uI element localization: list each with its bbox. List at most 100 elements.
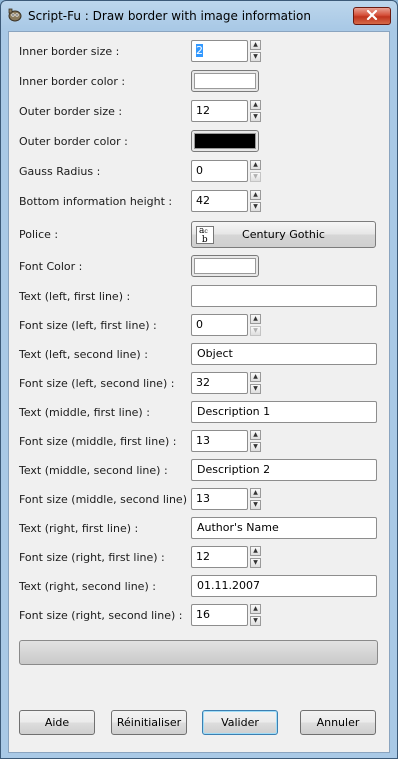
arrow-up-icon[interactable]: ▲ [250,160,261,170]
close-icon [366,9,378,23]
spin-button: 2 ▲ ▼ [191,40,261,62]
window-title: Script-Fu : Draw border with image infor… [28,9,311,23]
spin-arrows: ▲ ▼ [250,546,261,568]
arrow-up-icon[interactable]: ▲ [250,190,261,200]
param-row: Text (middle, second line) : Description … [19,458,377,482]
spin-value: 32 [196,376,210,389]
spin-value: 42 [196,194,210,207]
param-row: Outer border size :12 ▲ ▼ [19,99,261,123]
arrow-up-icon[interactable]: ▲ [250,314,261,324]
spin-input[interactable]: 13 [191,430,248,452]
arrow-down-icon[interactable]: ▼ [250,326,261,336]
spin-button: 13 ▲ ▼ [191,430,261,452]
arrow-down-icon[interactable]: ▼ [250,52,261,62]
ok-button[interactable]: Valider [202,710,278,735]
spin-input[interactable]: 2 [191,40,248,62]
arrow-up-icon[interactable]: ▲ [250,40,261,50]
param-row: Bottom information height :42 ▲ ▼ [19,189,261,213]
spin-input[interactable]: 0 [191,314,248,336]
button-bar: Aide Réinitialiser Valider Annuler [9,710,389,736]
spin-value: 16 [196,608,210,621]
arrow-down-icon[interactable]: ▼ [250,202,261,212]
script-fu-dialog: Script-Fu : Draw border with image infor… [0,0,398,759]
color-button[interactable] [191,255,259,277]
param-row: Text (right, second line) : 01.11.2007 [19,574,377,598]
spin-value: 12 [196,104,210,117]
spin-button: 0 ▲ ▼ [191,314,261,336]
param-row: Inner border size : 2 ▲ ▼ [19,39,261,63]
arrow-up-icon[interactable]: ▲ [250,430,261,440]
arrow-up-icon[interactable]: ▲ [250,372,261,382]
param-label: Font size (middle, first line) : [19,434,177,448]
param-label: Font size (left, first line) : [19,318,157,332]
param-row: Inner border color : [19,69,259,93]
color-button[interactable] [191,130,259,152]
arrow-down-icon[interactable]: ▼ [250,616,261,626]
text-input[interactable]: Description 2 [191,459,377,481]
ok-button-label: Valider [221,716,259,729]
param-row: Text (middle, first line) : Description 1 [19,400,377,424]
spin-value: 12 [196,550,210,563]
spin-input[interactable]: 13 [191,488,248,510]
param-label: Font size (right, first line) : [19,550,165,564]
spin-input[interactable]: 12 [191,100,248,122]
font-icon: ac b [196,225,214,244]
close-button[interactable] [353,7,391,25]
spin-value: 13 [196,492,210,505]
text-input[interactable]: Author's Name [191,517,377,539]
arrow-down-icon[interactable]: ▼ [250,112,261,122]
param-label: Text (right, first line) : [19,521,139,535]
param-label: Inner border size : [19,44,120,58]
spin-input[interactable]: 12 [191,546,248,568]
arrow-down-icon[interactable]: ▼ [250,558,261,568]
arrow-down-icon[interactable]: ▼ [250,384,261,394]
param-row: Gauss Radius :0 ▲ ▼ [19,159,261,183]
progress-bar [19,640,378,665]
spin-input[interactable]: 42 [191,190,248,212]
param-row: Font size (middle, first line) : 13 ▲ ▼ [19,429,261,453]
spin-button: 32 ▲ ▼ [191,372,261,394]
param-label: Outer border size : [19,104,123,118]
color-swatch [194,258,256,274]
param-row: Outer border color : [19,129,259,153]
arrow-up-icon[interactable]: ▲ [250,604,261,614]
spin-button: 13 ▲ ▼ [191,488,261,510]
param-label: Font size (left, second line) : [19,376,175,390]
spin-input[interactable]: 16 [191,604,248,626]
spin-button: 16 ▲ ▼ [191,604,261,626]
arrow-down-icon[interactable]: ▼ [250,172,261,182]
arrow-up-icon[interactable]: ▲ [250,100,261,110]
text-input[interactable] [191,285,377,307]
param-label: Font size (middle, second line) : [19,492,195,506]
cancel-button[interactable]: Annuler [300,710,376,735]
dialog-body: Inner border size :2 ▲ ▼ Inner border color… [8,31,390,753]
arrow-down-icon[interactable]: ▼ [250,442,261,452]
param-label: Outer border color : [19,134,128,148]
spin-arrows: ▲ ▼ [250,488,261,510]
spin-input[interactable]: 32 [191,372,248,394]
title-bar[interactable]: Script-Fu : Draw border with image infor… [1,1,397,31]
spin-input[interactable]: 0 [191,160,248,182]
arrow-down-icon[interactable]: ▼ [250,500,261,510]
reset-button[interactable]: Réinitialiser [111,710,187,735]
param-label: Text (middle, second line) : [19,463,168,477]
font-name: Century Gothic [242,227,325,241]
gimp-icon [7,8,23,22]
spin-button: 0 ▲ ▼ [191,160,261,182]
spin-button: 12 ▲ ▼ [191,546,261,568]
help-button[interactable]: Aide [19,710,95,735]
param-row: Police : ac b Century Gothic [19,220,376,248]
text-input[interactable]: 01.11.2007 [191,575,377,597]
color-button[interactable] [191,70,259,92]
spin-arrows: ▲ ▼ [250,160,261,182]
arrow-up-icon[interactable]: ▲ [250,488,261,498]
spin-arrows: ▲ ▼ [250,100,261,122]
arrow-up-icon[interactable]: ▲ [250,546,261,556]
param-row: Font size (middle, second line) :13 ▲ ▼ [19,487,261,511]
spin-button: 12 ▲ ▼ [191,100,261,122]
text-input[interactable]: Object [191,343,377,365]
font-button[interactable]: ac b Century Gothic [191,220,376,248]
param-label: Font Color : [19,259,83,273]
text-input[interactable]: Description 1 [191,401,377,423]
spin-arrows: ▲ ▼ [250,372,261,394]
